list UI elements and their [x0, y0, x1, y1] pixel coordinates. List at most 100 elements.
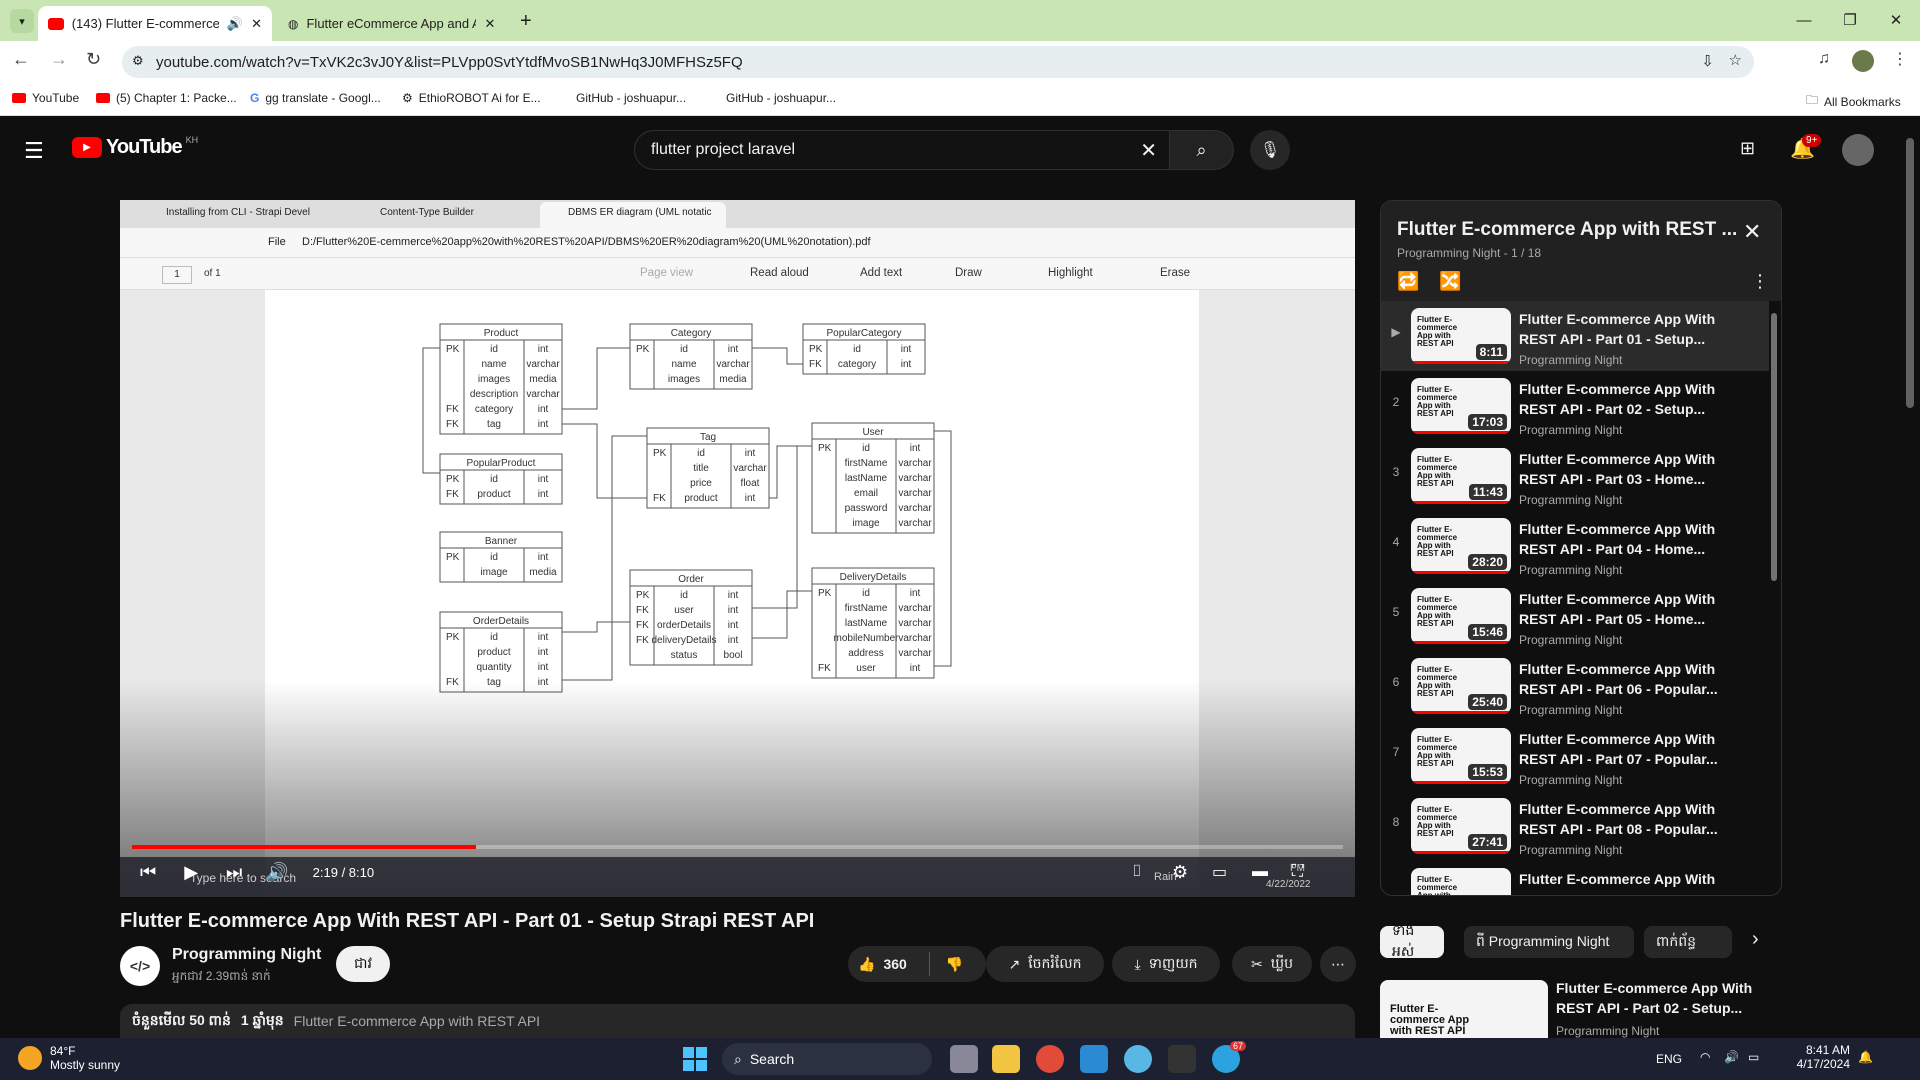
clock[interactable]: 8:41 AM 4/17/2024 [1780, 1043, 1850, 1071]
close-window-button[interactable]: ✕ [1876, 8, 1916, 32]
clear-search-icon[interactable]: ✕ [1140, 138, 1157, 163]
play-icon[interactable]: ▶ [184, 862, 198, 883]
language-indicator[interactable]: ENG [1656, 1052, 1682, 1066]
bookmark-chapter[interactable]: (5) Chapter 1: Packe... [96, 91, 237, 105]
fullscreen-icon[interactable]: ⛶ [1292, 863, 1303, 881]
chip-related[interactable]: ពាក់ព័ន្ធ [1644, 926, 1732, 958]
playlist-item[interactable]: 6 Flutter E-commerce App with REST API 25:… [1381, 651, 1769, 721]
miniplayer-icon[interactable]: ▭ [1212, 862, 1227, 882]
channel-name[interactable]: Programming Night [172, 946, 321, 964]
menu-icon[interactable]: ⋮ [1892, 49, 1908, 69]
settings-icon[interactable]: ⚙ [1172, 862, 1188, 883]
vscode-icon[interactable] [1080, 1045, 1108, 1073]
file-explorer-icon[interactable] [992, 1045, 1020, 1073]
notification-bell-icon[interactable]: 🔔 [1858, 1050, 1873, 1064]
new-tab-button[interactable]: + [520, 10, 532, 33]
volume-icon[interactable]: 🔊 [1724, 1050, 1739, 1064]
battery-icon[interactable]: ▭ [1748, 1050, 1759, 1064]
thumbs-down-icon[interactable]: 👎 [946, 956, 963, 973]
playlist-scrollbar[interactable] [1771, 313, 1777, 581]
tab-flutter[interactable]: ◍ Flutter eCommerce App and Ad ✕ [278, 6, 506, 41]
install-icon[interactable]: ⇩ [1701, 52, 1714, 70]
playlist-item[interactable]: 3 Flutter E-commerce App with REST API 11:… [1381, 441, 1769, 511]
recommended-thumbnail[interactable]: Flutter E-commerce App with REST API [1380, 980, 1548, 1038]
page-scrollbar[interactable] [1906, 138, 1914, 408]
previous-icon[interactable]: ⏮ [140, 862, 156, 883]
bookmark-github-2[interactable]: GitHub - joshuapur... [726, 91, 836, 105]
playlist-item[interactable]: 4 Flutter E-commerce App with REST API 28:… [1381, 511, 1769, 581]
back-icon[interactable]: ← [12, 49, 30, 70]
close-playlist-icon[interactable]: ✕ [1743, 219, 1761, 245]
playlist-item-thumbnail[interactable]: Flutter E-commerce App with REST API 28:2… [1411, 518, 1511, 574]
reload-icon[interactable]: ↻ [86, 49, 101, 70]
playlist-item[interactable]: 2 Flutter E-commerce App with REST API 17:… [1381, 371, 1769, 441]
video-player[interactable]: Installing from CLI - Strapi Devel Conte… [120, 200, 1355, 897]
tab-youtube[interactable]: (143) Flutter E-commerce A 🔊 ✕ [38, 6, 272, 41]
description-box[interactable]: ចំនួនមើល 50 ពាន់ 1 ឆ្នាំមុន Flutter E-co… [120, 1004, 1355, 1038]
download-button[interactable]: ⤓ ទាញយក [1112, 946, 1220, 982]
chips-next-icon[interactable]: › [1752, 928, 1759, 951]
terminal-icon[interactable] [1168, 1045, 1196, 1073]
search-input[interactable]: flutter project laravel ✕ [634, 130, 1170, 170]
playlist-item-thumbnail[interactable]: Flutter E-commerce App with REST API 27:4… [1411, 798, 1511, 854]
playlist-item-thumbnail[interactable]: Flutter E-commerce App with REST API 15:4… [1411, 588, 1511, 644]
address-bar[interactable]: ⚙ youtube.com/watch?v=TxVK2c3vJ0Y&list=P… [122, 46, 1754, 78]
bookmark-github-1[interactable]: GitHub - joshuapur... [576, 91, 686, 105]
chip-all[interactable]: ទាំងអស់ [1380, 922, 1444, 959]
profile-avatar[interactable] [1852, 50, 1874, 72]
volume-icon[interactable]: 🔊 [266, 862, 288, 883]
hamburger-menu-icon[interactable]: ☰ [24, 138, 44, 164]
recommended-video[interactable]: Flutter E-commerce App with REST API Flu… [1380, 980, 1782, 1038]
taskbar-search[interactable]: ⌕ Search [722, 1043, 932, 1075]
restore-button[interactable]: ❐ [1830, 8, 1870, 32]
loop-icon[interactable]: 🔁 [1397, 271, 1419, 292]
theater-icon[interactable]: ▬ [1252, 863, 1268, 881]
bookmark-star-icon[interactable]: ☆ [1729, 51, 1742, 69]
playlist-item-thumbnail[interactable]: Flutter E-commerce App with REST API 17:0… [1411, 378, 1511, 434]
wifi-icon[interactable]: ◠ [1700, 1050, 1710, 1064]
chrome-icon[interactable] [1036, 1045, 1064, 1073]
minimize-button[interactable]: — [1784, 8, 1824, 32]
speaker-icon[interactable]: 🔊 [227, 16, 243, 32]
forward-icon[interactable]: → [50, 49, 68, 70]
subtitles-icon[interactable]: ⌷ [1132, 863, 1142, 881]
playlist-item-thumbnail[interactable]: Flutter E-commerce App with REST API 8:11 [1411, 308, 1511, 364]
account-avatar[interactable] [1842, 134, 1874, 166]
playlist-item[interactable]: ▶ Flutter E-commerce App with REST API 8:1… [1381, 301, 1769, 371]
progress-bar[interactable] [132, 845, 1343, 849]
voice-search-button[interactable]: 🎙 [1250, 130, 1290, 170]
playlist-title[interactable]: Flutter E-commerce App with REST ... [1397, 219, 1737, 241]
all-bookmarks[interactable]: 🗀 All Bookmarks [1806, 91, 1901, 112]
subscribe-button[interactable]: ជាវ [336, 946, 390, 982]
chip-from-channel[interactable]: ពី Programming Night [1464, 926, 1634, 958]
close-tab-icon[interactable]: ✕ [484, 16, 495, 32]
playlist-item-thumbnail[interactable]: Flutter E-commerce App with REST API 11:4… [1411, 448, 1511, 504]
more-actions-button[interactable]: ⋯ [1320, 946, 1356, 982]
bookmark-ethiorobot[interactable]: ⚙ EthioROBOT Ai for E... [402, 91, 541, 105]
shuffle-icon[interactable]: 🔀 [1439, 271, 1461, 292]
playlist-item-thumbnail[interactable]: Flutter E-commerce App with REST API 15:5… [1411, 728, 1511, 784]
channel-avatar[interactable]: </> [120, 946, 160, 986]
site-info-icon[interactable]: ⚙ [132, 53, 144, 69]
share-button[interactable]: ↗ ចែករំលែក [986, 946, 1104, 982]
playlist-item[interactable]: Flutter E-commerce App with REST API Flut… [1381, 861, 1769, 895]
bookmark-youtube[interactable]: YouTube [12, 91, 79, 105]
clip-button[interactable]: ✂ ឃ្លីប [1232, 946, 1312, 982]
youtube-logo[interactable]: ▶ YouTube KH [72, 135, 198, 159]
playlist-item[interactable]: 7 Flutter E-commerce App with REST API 15:… [1381, 721, 1769, 791]
playlist-item[interactable]: 5 Flutter E-commerce App with REST API 15:… [1381, 581, 1769, 651]
app-icon[interactable] [1124, 1045, 1152, 1073]
search-button[interactable]: ⌕ [1170, 130, 1234, 170]
next-icon[interactable]: ⏭ [226, 862, 242, 883]
like-button[interactable]: 👍 360 👎 [848, 946, 986, 982]
weather-widget[interactable]: 84°F Mostly sunny [18, 1044, 120, 1072]
start-button[interactable] [683, 1047, 707, 1071]
close-tab-icon[interactable]: ✕ [251, 16, 262, 32]
bookmark-translate[interactable]: Ggg translate - Googl... [250, 91, 381, 105]
tab-search-button[interactable]: ▾ [10, 9, 34, 33]
create-icon[interactable]: ⊞ [1740, 138, 1755, 159]
media-icon[interactable]: ♫ [1818, 50, 1830, 68]
playlist-item-thumbnail[interactable]: Flutter E-commerce App with REST API [1411, 868, 1511, 895]
playlist-menu-icon[interactable]: ⋮ [1751, 271, 1769, 292]
task-view-icon[interactable] [950, 1045, 978, 1073]
